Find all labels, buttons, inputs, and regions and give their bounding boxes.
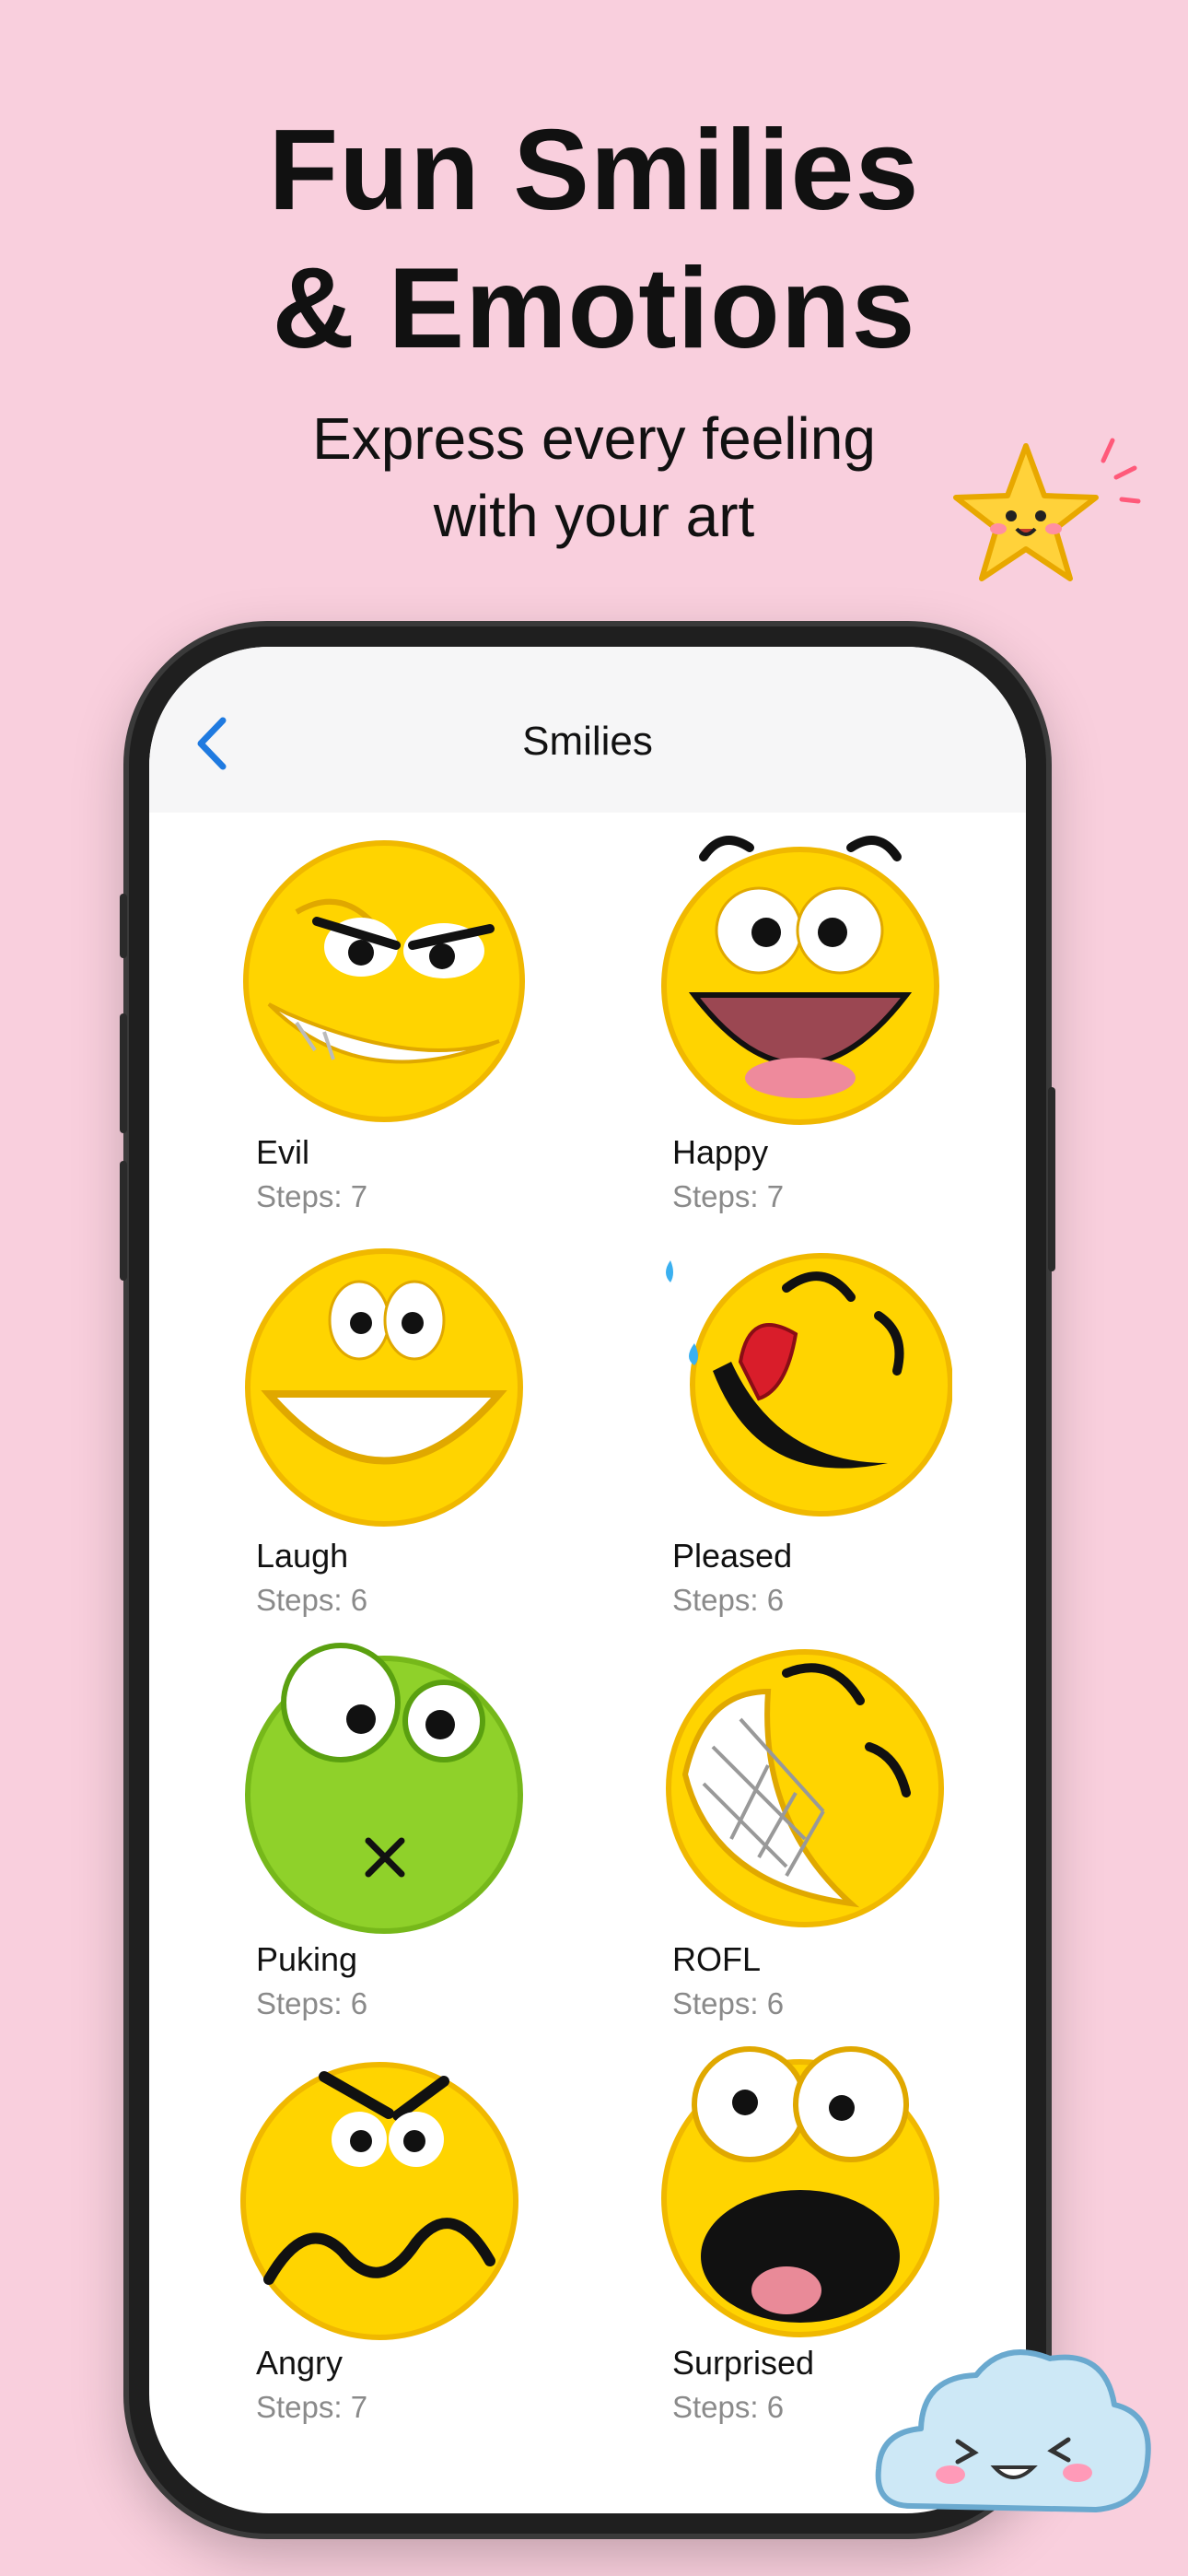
smiley-name: Angry (256, 2344, 344, 2382)
smiley-card-pleased[interactable]: Pleased Steps: 6 (621, 1233, 1026, 1629)
phone-frame: Smilies Evil Steps: 7 Happy Steps: 7 Lau… (120, 626, 1055, 2534)
cloud-mascot-icon (875, 2349, 1151, 2512)
evil-smiley-icon (243, 840, 525, 1122)
smiley-name: Evil (256, 1133, 310, 1171)
star-mascot-icon (953, 438, 1141, 581)
smiley-name: ROFL (672, 1940, 762, 1978)
smiley-steps: Steps: 7 (256, 1179, 368, 1213)
smiley-card-rofl[interactable]: ROFL Steps: 6 (621, 1636, 1026, 2032)
smiley-steps: Steps: 6 (672, 1583, 785, 1617)
smiley-name: Pleased (672, 1537, 793, 1575)
smiley-steps: Steps: 7 (672, 1179, 785, 1213)
happy-smiley-icon (661, 836, 939, 1125)
smiley-steps: Steps: 6 (256, 1583, 368, 1617)
pleased-smiley-icon (666, 1253, 952, 1516)
rofl-smiley-icon (666, 1649, 944, 1927)
smiley-card-evil[interactable]: Evil Steps: 7 (204, 829, 610, 1225)
headline-line-2: & Emotions (272, 245, 916, 372)
headline-line-1: Fun Smilies (268, 107, 920, 234)
volume-up-button (120, 1013, 127, 1133)
smiley-name: Happy (672, 1133, 769, 1171)
laugh-smiley-icon (245, 1248, 523, 1527)
angry-smiley-icon (240, 2062, 518, 2340)
smiley-card-puking[interactable]: Puking Steps: 6 (204, 1636, 610, 2032)
headline: Fun Smilies & Emotions (0, 101, 1188, 378)
smiley-card-laugh[interactable]: Laugh Steps: 6 (204, 1233, 610, 1629)
puking-smiley-icon (245, 1643, 523, 1934)
surprised-smiley-icon (661, 2046, 939, 2337)
smiley-card-happy[interactable]: Happy Steps: 7 (621, 829, 1026, 1225)
smiley-steps: Steps: 7 (256, 2390, 368, 2424)
smiley-card-angry[interactable]: Angry Steps: 7 (204, 2040, 610, 2436)
navigation-bar: Smilies (149, 647, 1026, 813)
smiley-name: Surprised (672, 2344, 815, 2382)
smiley-steps: Steps: 6 (672, 2390, 785, 2424)
app-screen: Smilies Evil Steps: 7 Happy Steps: 7 Lau… (149, 647, 1026, 2513)
mute-switch (120, 894, 127, 958)
volume-down-button (120, 1161, 127, 1281)
smiley-name: Puking (256, 1940, 358, 1978)
nav-title: Smilies (522, 719, 653, 764)
power-button (1048, 1087, 1055, 1271)
smiley-steps: Steps: 6 (672, 1986, 785, 2020)
smiley-name: Laugh (256, 1537, 349, 1575)
smiley-steps: Steps: 6 (256, 1986, 368, 2020)
